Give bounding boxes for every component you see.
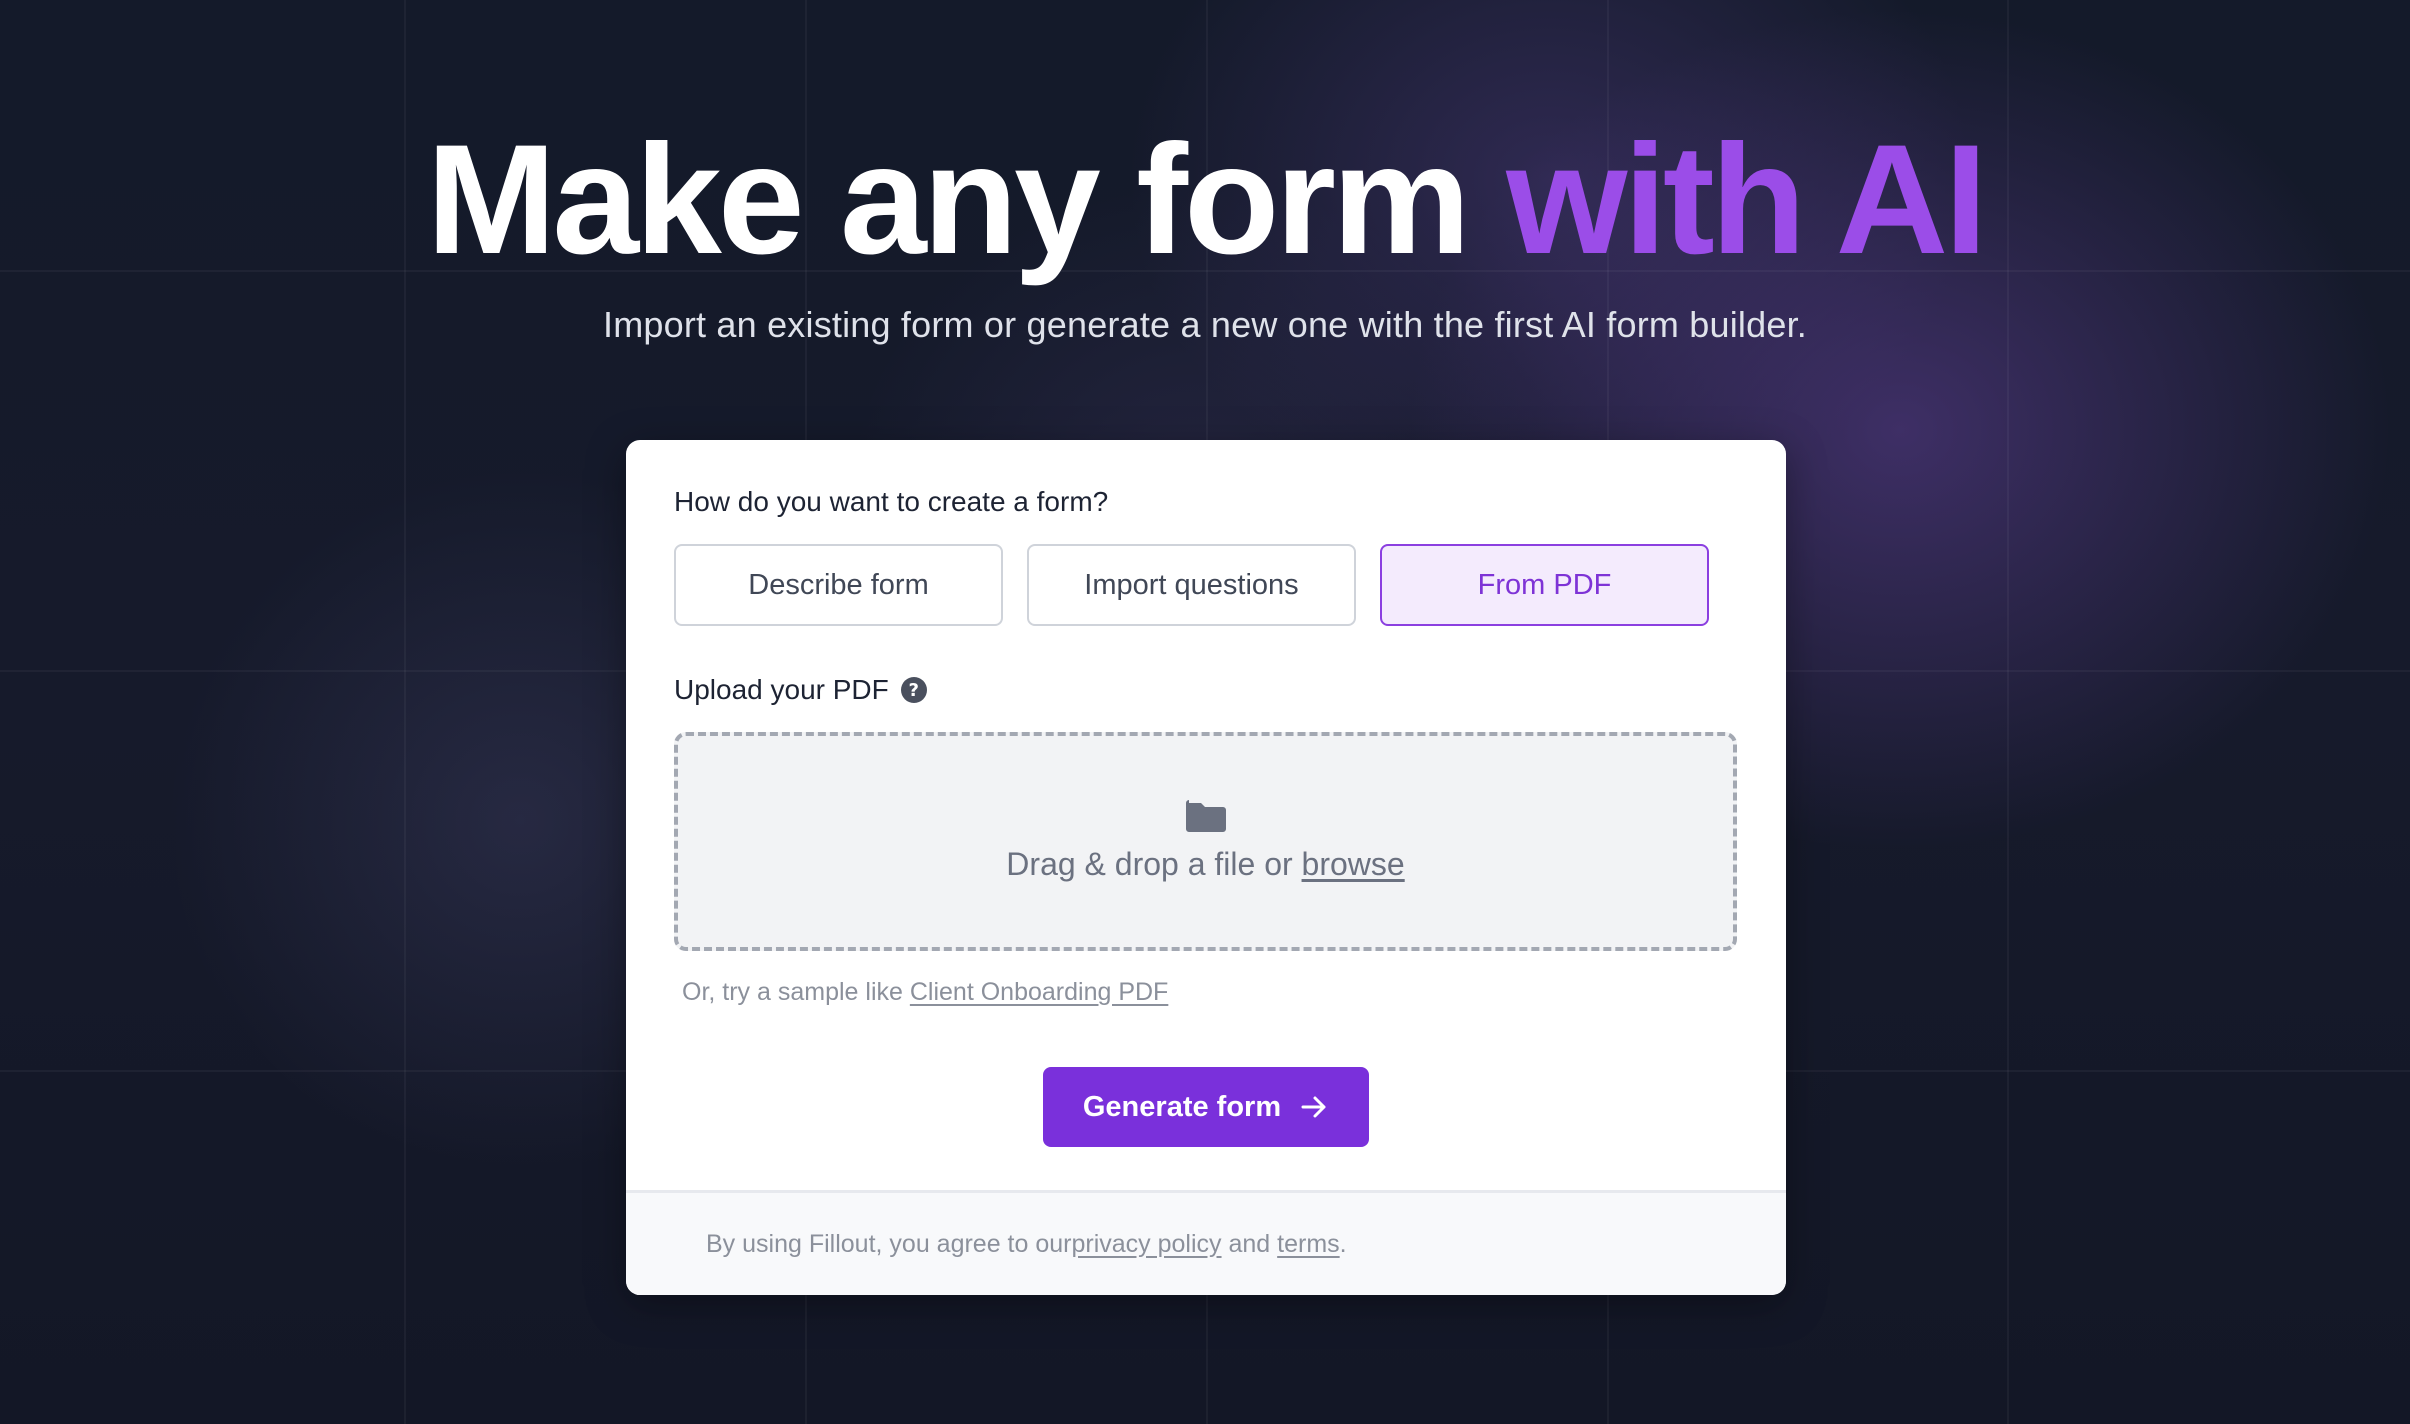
folder-icon xyxy=(1185,800,1226,832)
upload-label-row: Upload your PDF ? xyxy=(674,674,927,706)
footer-middle: and xyxy=(1221,1229,1278,1258)
generate-form-button[interactable]: Generate form xyxy=(1043,1067,1369,1147)
upload-label: Upload your PDF xyxy=(674,674,889,705)
dropzone-text: Drag & drop a file or browse xyxy=(1006,846,1404,883)
creation-method-options: Describe form Import questions From PDF xyxy=(674,544,1709,626)
create-form-card: How do you want to create a form? Descri… xyxy=(626,440,1786,1295)
option-import-questions[interactable]: Import questions xyxy=(1027,544,1356,626)
dropzone-instruction: Drag & drop a file or xyxy=(1006,846,1302,882)
hero-section: Make any form with AI Import an existing… xyxy=(0,120,2410,346)
page-title: Make any form with AI xyxy=(0,120,2410,280)
arrow-right-icon xyxy=(1301,1096,1326,1118)
title-main: Make any form xyxy=(426,113,1507,287)
browse-link[interactable]: browse xyxy=(1302,846,1405,882)
footer-suffix: . xyxy=(1339,1229,1347,1258)
option-from-pdf[interactable]: From PDF xyxy=(1380,544,1709,626)
sample-pdf-link[interactable]: Client Onboarding PDF xyxy=(910,978,1168,1006)
creation-method-question: How do you want to create a form? xyxy=(674,486,1109,517)
sample-prefix: Or, try a sample like xyxy=(682,978,910,1006)
terms-link[interactable]: terms xyxy=(1277,1230,1340,1259)
generate-form-label: Generate form xyxy=(1082,1090,1282,1123)
footer-prefix: By using Fillout, you agree to our xyxy=(706,1229,1072,1258)
title-accent: with AI xyxy=(1506,113,1987,287)
pdf-dropzone[interactable]: Drag & drop a file or browse xyxy=(674,732,1737,951)
privacy-policy-link[interactable]: privacy policy xyxy=(1071,1230,1221,1259)
card-body: How do you want to create a form? Descri… xyxy=(626,440,1786,1188)
option-describe-form[interactable]: Describe form xyxy=(674,544,1003,626)
help-icon[interactable]: ? xyxy=(900,677,927,703)
page-subtitle: Import an existing form or generate a ne… xyxy=(603,304,1807,345)
sample-hint: Or, try a sample like Client Onboarding … xyxy=(682,978,1168,1007)
card-footer: By using Fillout, you agree to our priva… xyxy=(626,1190,1786,1295)
